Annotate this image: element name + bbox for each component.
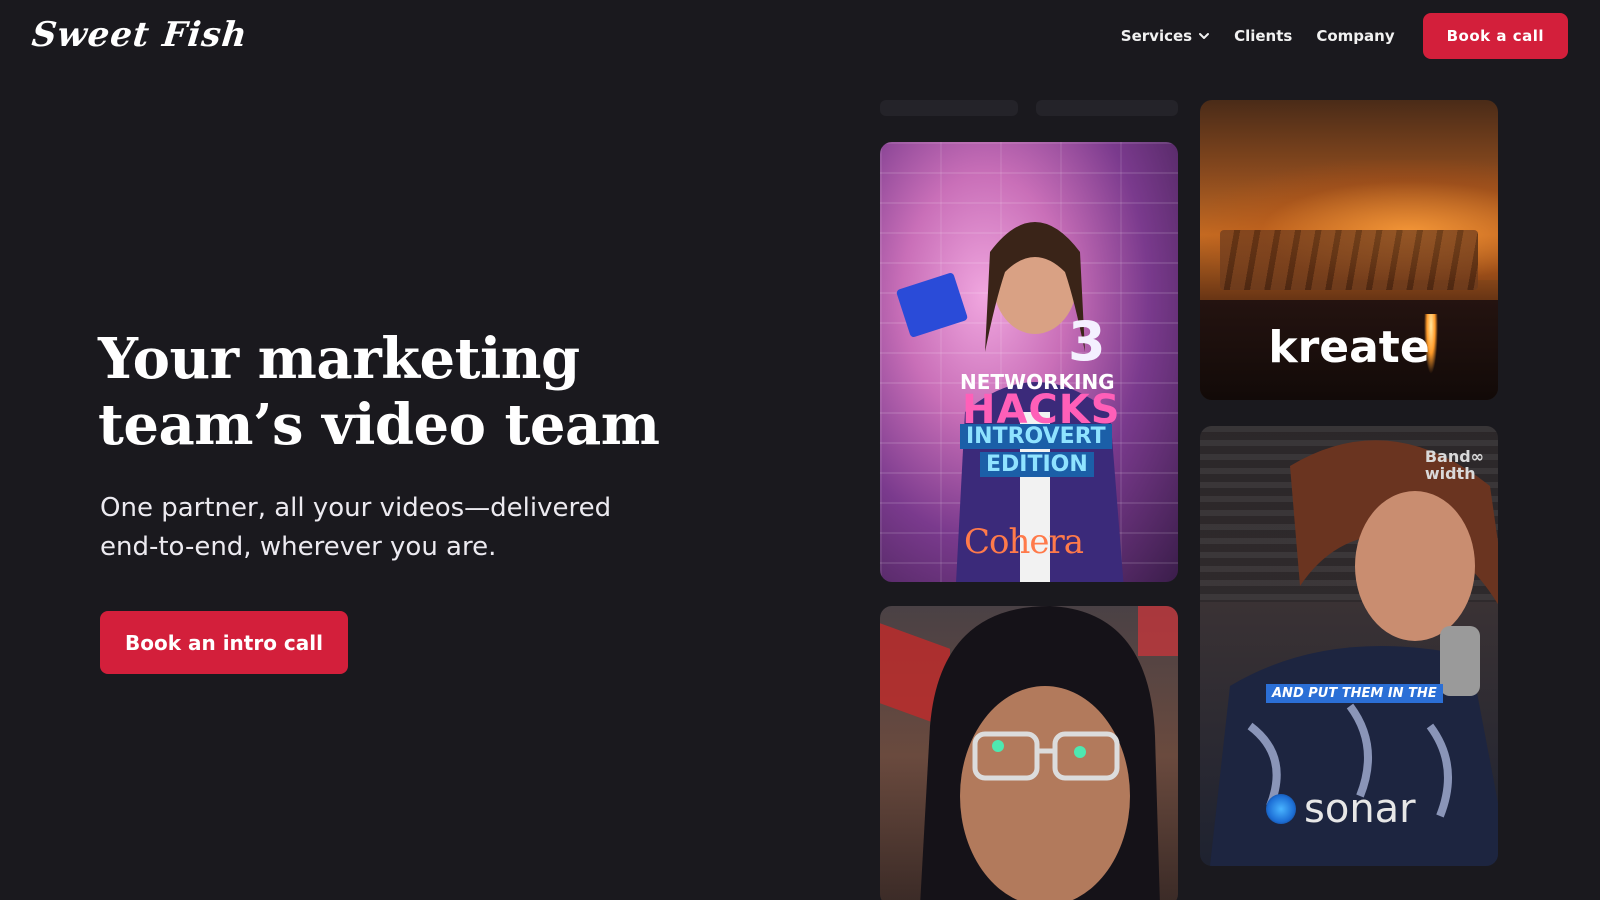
bandwidth-line-1: Band∞ [1424,447,1484,466]
hero-subtitle-line-2: end-to-end, wherever you are. [100,532,497,562]
burning-books [1220,230,1478,290]
hero-subtitle-line-1: One partner, all your videos—delivered [100,493,612,523]
book-intro-call-button[interactable]: Book an intro call [100,611,348,674]
cohera-logo: Cohera [964,522,1084,562]
hero-title-line-1: Your marketing [98,326,580,392]
logo-text: Sweet Fish [29,15,250,55]
video-card-sonar[interactable]: Band∞ width AND PUT THEM IN THE sonar [1200,426,1498,866]
webcam-speaker-silhouette [920,606,1160,900]
book-a-call-button[interactable]: Book a call [1422,13,1568,59]
chevron-down-icon [1199,33,1210,39]
kreate-logo: kreate [1268,322,1430,373]
video-card-webcam[interactable] [880,606,1178,900]
sonar-dot-icon [1266,794,1296,824]
video-placeholder [1036,100,1178,116]
logo[interactable]: Sweet Fish [29,14,250,56]
thumbnail-line-4: EDITION [980,452,1094,477]
nav-link-company[interactable]: Company [1316,27,1394,45]
video-placeholder [880,100,1018,116]
hero-title: Your marketing team’s video team [98,326,660,458]
video-card-kreate[interactable]: kreate [1200,100,1498,400]
sonar-wordmark: sonar [1304,786,1416,832]
thumbnail-number: 3 [1068,310,1106,373]
video-caption: AND PUT THEM IN THE [1266,684,1443,703]
main-nav: Services Clients Company Book a call [1121,13,1568,59]
nav-link-services[interactable]: Services [1121,27,1210,45]
hero-title-line-2: team’s video team [98,392,660,458]
nav-link-services-label: Services [1120,27,1193,45]
bandwidth-logo: Band∞ width [1425,448,1484,482]
video-card-cohera[interactable]: 3 NETWORKING HACKS INTROVERT EDITION Coh… [880,142,1178,582]
nav-link-clients[interactable]: Clients [1234,27,1292,45]
sonar-logo: sonar [1266,786,1416,832]
thumbnail-line-3: INTROVERT [960,424,1112,449]
hero-subtitle: One partner, all your videos—delivered e… [100,489,611,567]
bandwidth-line-2: width [1424,464,1476,483]
